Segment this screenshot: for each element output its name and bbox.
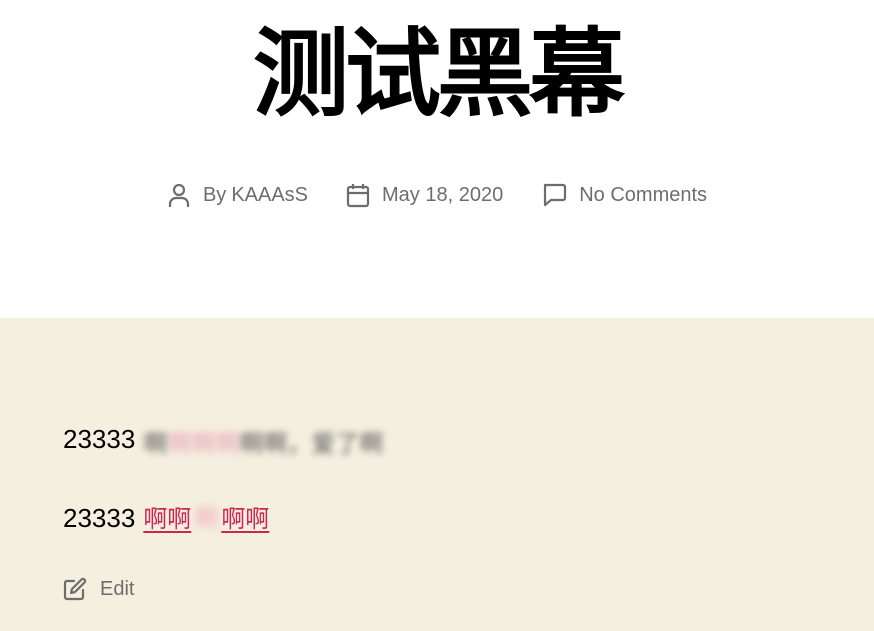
paragraph-number: 23333 (63, 503, 136, 533)
edit-label: Edit (100, 577, 135, 600)
edit-icon (63, 577, 87, 601)
paragraph-number: 23333 (63, 424, 136, 455)
content-paragraph-1: 23333 啊啊啊啊啊啊，爱了啊 (63, 424, 383, 459)
spoiler-text[interactable]: 啊啊啊啊啊啊，爱了啊 (143, 424, 383, 459)
link-segment: 啊啊 (221, 505, 270, 533)
page-title: 测试黑幕 (253, 18, 625, 130)
post-date: May 18, 2020 (346, 182, 503, 208)
link-segment: 啊啊 (143, 505, 192, 533)
comments-link[interactable]: No Comments (579, 184, 707, 207)
content-link[interactable]: 啊啊啊啊啊 (143, 499, 269, 534)
post-comments: No Comments (541, 182, 707, 208)
post-meta: By KAAAsS May 18, 2020 No Comments (0, 182, 874, 208)
spoiler-segment: 啊 (194, 505, 219, 533)
spoiler-link-segment: 啊啊啊 (167, 430, 240, 458)
spoiler-segment: 啊啊，爱了啊 (239, 430, 384, 458)
author-link[interactable]: KAAAsS (231, 184, 308, 207)
date-link[interactable]: May 18, 2020 (382, 184, 503, 207)
edit-link[interactable]: Edit (63, 577, 134, 601)
comment-icon (541, 182, 567, 208)
user-icon (167, 182, 191, 208)
calendar-icon (346, 182, 370, 208)
post-author: By KAAAsS (167, 182, 308, 208)
author-prefix: By (202, 183, 227, 206)
spoiler-segment: 啊 (143, 430, 168, 458)
post-content: 23333 啊啊啊啊啊啊，爱了啊 23333 啊啊啊啊啊 Edit (0, 318, 874, 631)
post-header: 测试黑幕 By KAAAsS May 18, 2020 No Comments (0, 0, 874, 318)
content-paragraph-2: 23333 啊啊啊啊啊 (63, 499, 269, 534)
